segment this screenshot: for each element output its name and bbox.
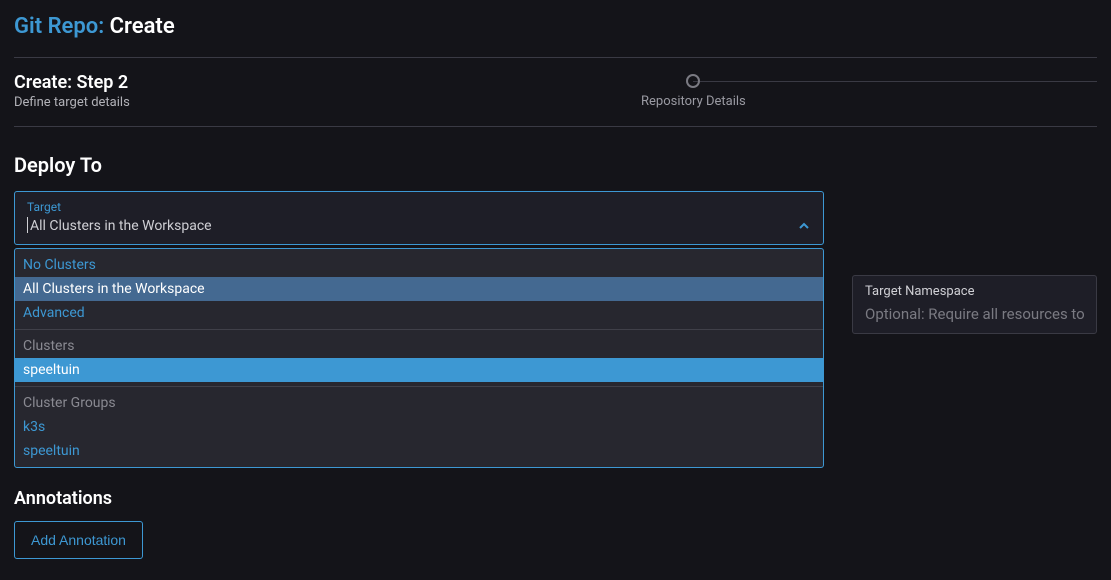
step-line xyxy=(693,81,1097,82)
add-annotation-button[interactable]: Add Annotation xyxy=(14,521,143,559)
step-indicator[interactable]: Repository Details xyxy=(290,74,1097,109)
divider xyxy=(14,126,1097,127)
step-circle-icon xyxy=(686,74,700,88)
step-label: Repository Details xyxy=(641,94,746,109)
step-title: Create: Step 2 xyxy=(14,72,130,93)
step-header: Create: Step 2 Define target details Rep… xyxy=(14,58,1097,126)
target-option-no-clusters[interactable]: No Clusters xyxy=(15,253,823,277)
target-option-cluster-speeltuin[interactable]: speeltuin xyxy=(15,358,823,382)
target-dropdown: No Clusters All Clusters in the Workspac… xyxy=(14,248,824,468)
page-title: Git Repo: Create xyxy=(14,14,1097,39)
title-action: Create xyxy=(110,14,175,39)
target-namespace-label: Target Namespace xyxy=(865,284,1084,299)
target-namespace-placeholder: Optional: Require all resources to be in… xyxy=(865,305,1084,323)
target-selected-value: All Clusters in the Workspace xyxy=(27,218,212,234)
target-select[interactable]: Target All Clusters in the Workspace xyxy=(14,191,824,245)
title-prefix: Git Repo: xyxy=(14,14,110,39)
target-option-group-speeltuin[interactable]: speeltuin xyxy=(15,439,823,463)
dropdown-group-cluster-groups: Cluster Groups xyxy=(15,391,823,415)
deploy-to-title: Deploy To xyxy=(14,153,1097,177)
target-namespace-input[interactable]: Target Namespace Optional: Require all r… xyxy=(852,275,1097,334)
step-subtitle: Define target details xyxy=(14,95,130,110)
target-field-label: Target xyxy=(27,200,811,214)
annotations-title: Annotations xyxy=(14,488,1097,509)
target-option-group-k3s[interactable]: k3s xyxy=(15,415,823,439)
target-option-advanced[interactable]: Advanced xyxy=(15,301,823,325)
chevron-up-icon xyxy=(797,219,811,233)
target-option-all-clusters[interactable]: All Clusters in the Workspace xyxy=(15,277,823,301)
dropdown-group-clusters: Clusters xyxy=(15,334,823,358)
